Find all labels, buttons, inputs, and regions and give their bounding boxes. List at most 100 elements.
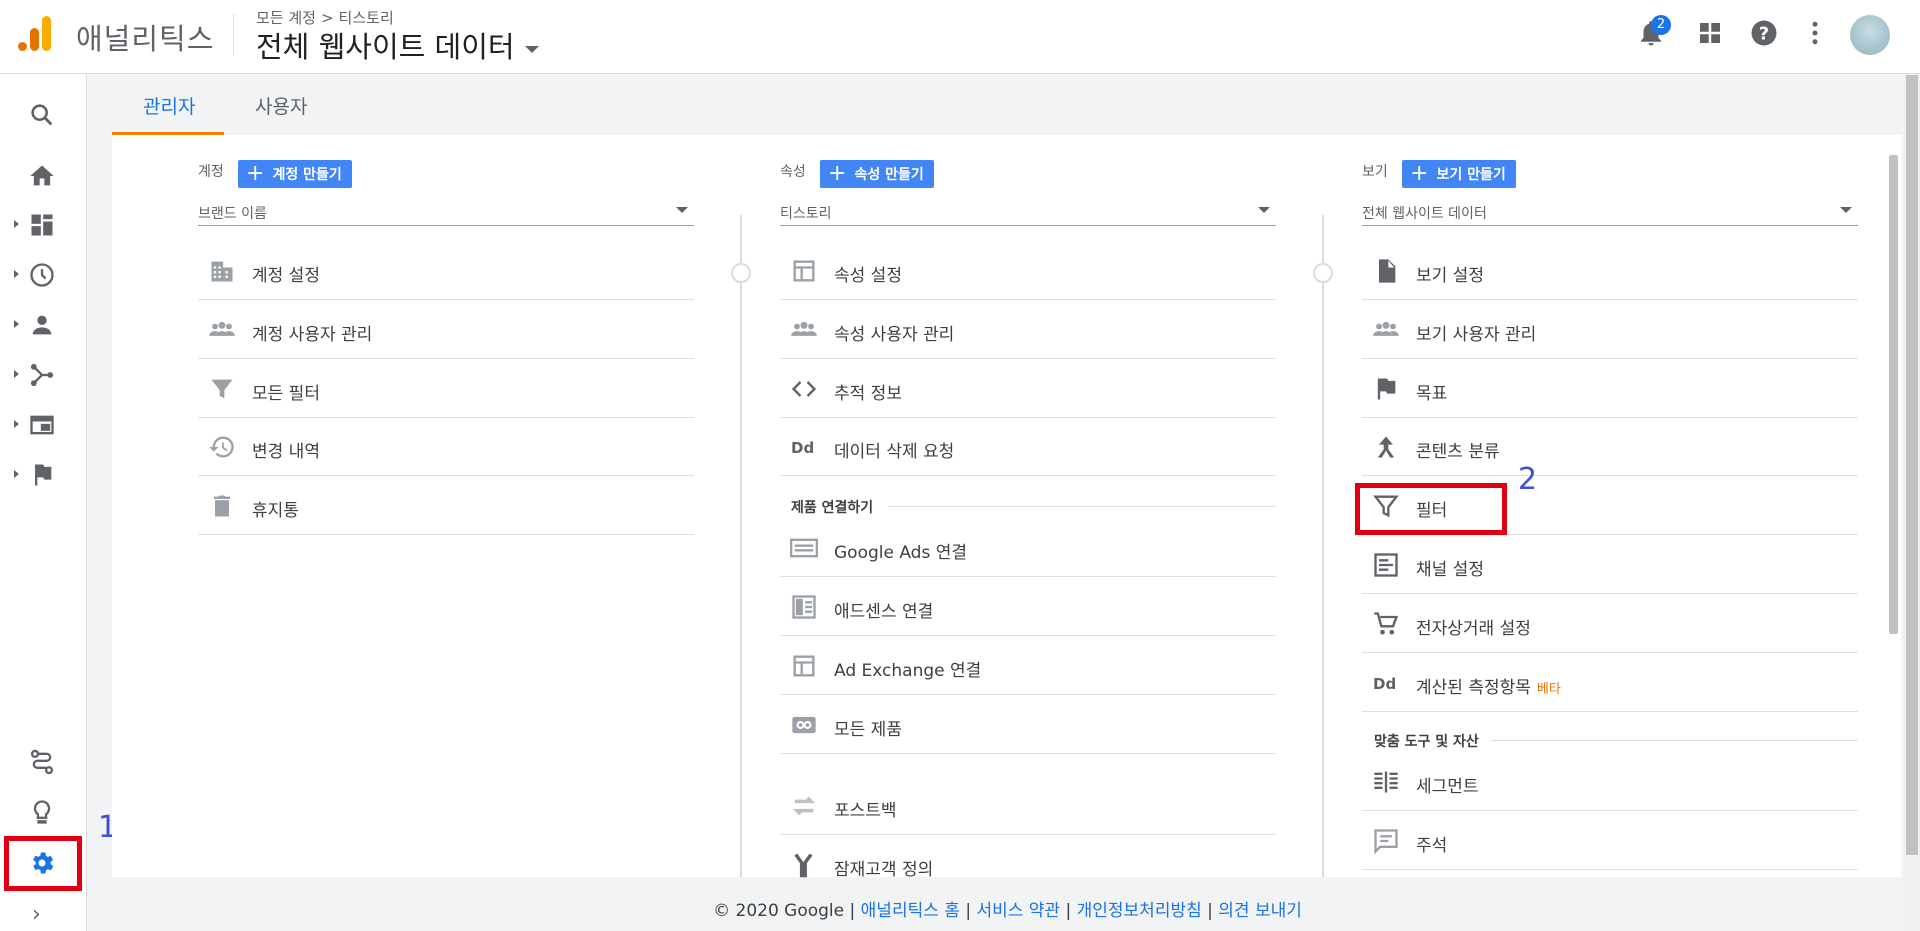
- item-label: 채널 설정: [1416, 560, 1484, 580]
- lightbulb-icon[interactable]: [28, 798, 56, 826]
- footer-separator: |: [959, 901, 977, 921]
- tab-user[interactable]: 사용자: [255, 92, 307, 119]
- annotation-label-2: 2: [1518, 462, 1538, 497]
- item-label: 포스트백: [834, 801, 897, 821]
- avatar[interactable]: [1850, 15, 1890, 55]
- content-grouping-item[interactable]: 콘텐츠 분류: [1362, 418, 1858, 476]
- item-label: 보기 사용자 관리: [1416, 325, 1537, 345]
- connector-arrow-icon: [1313, 263, 1333, 283]
- view-selector-dropdown[interactable]: 전체 웹사이트 데이터: [1362, 197, 1858, 226]
- property-window-icon: [793, 260, 815, 282]
- account-heading: 계정: [198, 164, 224, 180]
- analytics-logo-icon[interactable]: [18, 14, 52, 52]
- create-property-button[interactable]: + 속성 만들기: [820, 160, 934, 188]
- property-selector[interactable]: 티스토리: [780, 197, 1276, 226]
- admin-highlight-box: [4, 836, 82, 891]
- expand-arrow-icon[interactable]: [14, 270, 19, 278]
- header-divider: [233, 14, 234, 56]
- item-label: 보기 설정: [1416, 266, 1484, 286]
- caret-down-icon[interactable]: [524, 45, 539, 53]
- expand-arrow-icon[interactable]: [14, 470, 19, 478]
- linked-chain-icon: [792, 716, 816, 734]
- tab-admin[interactable]: 관리자: [143, 92, 195, 119]
- content-grouping-icon: [1377, 436, 1395, 458]
- more-vert-icon[interactable]: [1800, 18, 1830, 48]
- trash-can-icon: [213, 495, 231, 517]
- segments-item[interactable]: 세그먼트: [1362, 753, 1858, 811]
- building-icon: [211, 261, 233, 282]
- audience-person-icon[interactable]: [28, 311, 56, 339]
- create-view-button[interactable]: + 보기 만들기: [1402, 160, 1516, 188]
- google-ads-link-item[interactable]: Google Ads 연결: [780, 519, 1276, 577]
- view-title[interactable]: 전체 웹사이트 데이터: [256, 30, 515, 64]
- property-user-management-item[interactable]: 속성 사용자 관리: [780, 301, 1276, 359]
- svg-text:Dd: Dd: [791, 439, 814, 457]
- search-icon[interactable]: [28, 101, 56, 129]
- app-name[interactable]: 애널리틱스: [76, 16, 214, 58]
- expand-arrow-icon[interactable]: [14, 420, 19, 428]
- create-property-label: 속성 만들기: [854, 167, 924, 183]
- account-selector[interactable]: 브랜드 이름: [198, 197, 694, 226]
- view-settings-item[interactable]: 보기 설정: [1362, 242, 1858, 300]
- create-account-label: 계정 만들기: [272, 167, 342, 183]
- item-label: 주석: [1416, 836, 1448, 856]
- panel-scrollbar-thumb[interactable]: [1889, 155, 1898, 634]
- view-selector[interactable]: 전체 웹사이트 데이터: [256, 24, 539, 66]
- data-deletion-request-item[interactable]: Dd 데이터 삭제 요청: [780, 418, 1276, 476]
- beta-badge: 베타: [1536, 682, 1561, 697]
- realtime-clock-icon[interactable]: [28, 261, 56, 289]
- ecommerce-settings-item[interactable]: 전자상거래 설정: [1362, 595, 1858, 653]
- item-label: 전자상거래 설정: [1416, 619, 1531, 639]
- calculated-metrics-label: 계산된 측정항목: [1416, 678, 1531, 698]
- footer-link-privacy[interactable]: 개인정보처리방침: [1077, 901, 1202, 921]
- expand-arrow-icon[interactable]: [14, 370, 19, 378]
- top-bar: 애널리틱스 모든 계정 > 티스토리 전체 웹사이트 데이터 2 ?: [0, 0, 1920, 74]
- create-view-label: 보기 만들기: [1436, 167, 1506, 183]
- footer-link-terms[interactable]: 서비스 약관: [976, 901, 1060, 921]
- customization-dashboard-icon[interactable]: [28, 211, 56, 239]
- home-icon[interactable]: [28, 162, 56, 190]
- expand-arrow-icon[interactable]: [14, 220, 19, 228]
- behavior-window-icon[interactable]: [28, 411, 56, 439]
- postback-arrows-icon: [792, 796, 816, 816]
- segments-icon: [1374, 771, 1398, 793]
- create-account-button[interactable]: + 계정 만들기: [238, 160, 352, 188]
- footer-separator: |: [844, 901, 861, 921]
- view-heading: 보기: [1362, 164, 1388, 180]
- footer-link-analytics-home[interactable]: 애널리틱스 홈: [861, 901, 960, 921]
- annotations-item[interactable]: 주석: [1362, 812, 1858, 870]
- expand-arrow-icon[interactable]: [14, 320, 19, 328]
- calculated-metrics-item[interactable]: Dd 계산된 측정항목 베타: [1362, 654, 1858, 712]
- account-settings-item[interactable]: 계정 설정: [198, 242, 694, 300]
- help-icon[interactable]: ?: [1749, 18, 1779, 48]
- ad-exchange-link-item[interactable]: Ad Exchange 연결: [780, 637, 1276, 695]
- goals-item[interactable]: 목표: [1362, 360, 1858, 418]
- all-filters-item[interactable]: 모든 필터: [198, 360, 694, 418]
- view-user-management-item[interactable]: 보기 사용자 관리: [1362, 301, 1858, 359]
- adsense-link-item[interactable]: 애드센스 연결: [780, 578, 1276, 636]
- audience-fork-icon: [794, 853, 813, 878]
- attribution-icon[interactable]: [28, 748, 56, 776]
- item-label: 콘텐츠 분류: [1416, 442, 1500, 462]
- property-selected-value: 티스토리: [780, 206, 832, 222]
- property-settings-item[interactable]: 속성 설정: [780, 242, 1276, 300]
- acquisition-icon[interactable]: [28, 361, 56, 389]
- connector-arrow-icon: [731, 263, 751, 283]
- postback-item[interactable]: 포스트백: [780, 777, 1276, 835]
- change-history-item[interactable]: 변경 내역: [198, 418, 694, 476]
- apps-grid-icon[interactable]: [1695, 18, 1725, 48]
- trash-item[interactable]: 휴지통: [198, 477, 694, 535]
- window-scrollbar-thumb[interactable]: [1906, 75, 1918, 855]
- tracking-info-item[interactable]: 추적 정보: [780, 360, 1276, 418]
- all-products-item[interactable]: 모든 제품: [780, 696, 1276, 754]
- admin-tabs: 관리자 사용자: [112, 74, 1902, 134]
- audience-definitions-item[interactable]: 잠재고객 정의: [780, 836, 1276, 894]
- account-user-management-item[interactable]: 계정 사용자 관리: [198, 301, 694, 359]
- footer-link-feedback[interactable]: 의견 보내기: [1218, 901, 1302, 921]
- item-label: 목표: [1416, 384, 1448, 404]
- channel-settings-item[interactable]: 채널 설정: [1362, 536, 1858, 594]
- code-brackets-icon: [791, 381, 817, 397]
- item-label: 변경 내역: [252, 442, 320, 462]
- conversions-flag-icon[interactable]: [28, 461, 56, 489]
- view-selected-value: 전체 웹사이트 데이터: [1362, 206, 1487, 222]
